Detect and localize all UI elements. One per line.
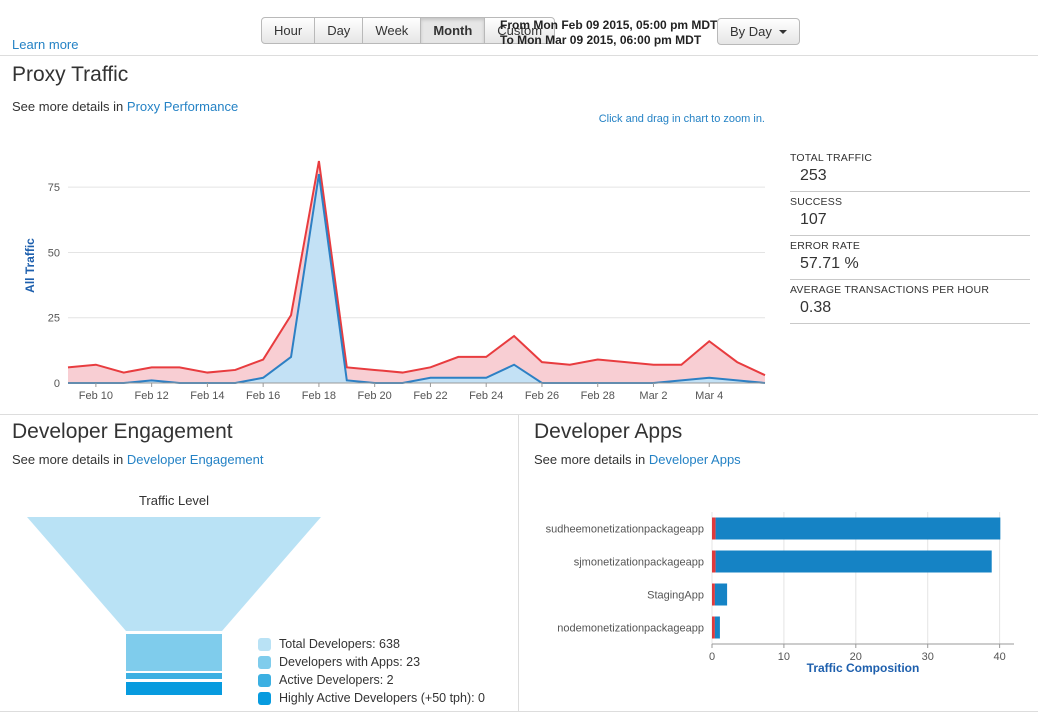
proxy-details-line: See more details in Proxy Performance — [12, 99, 238, 114]
stat-success: SUCCESS 107 — [790, 192, 1030, 236]
svg-text:Traffic Composition: Traffic Composition — [807, 661, 920, 675]
range-button-week[interactable]: Week — [362, 17, 421, 44]
learn-more-link[interactable]: Learn more — [12, 37, 78, 52]
legend-item-developers-with-apps: Developers with Apps: 23 — [258, 655, 485, 669]
svg-text:All Traffic: All Traffic — [23, 238, 37, 293]
legend-item-total-developers: Total Developers: 638 — [258, 637, 485, 651]
range-button-day[interactable]: Day — [314, 17, 363, 44]
developer-apps-title: Developer Apps — [534, 420, 682, 444]
interval-dropdown-label: By Day — [730, 24, 772, 39]
svg-text:nodemonetizationpackageapp: nodemonetizationpackageapp — [557, 623, 704, 635]
developer-engagement-title: Developer Engagement — [12, 420, 233, 444]
svg-text:30: 30 — [922, 651, 934, 663]
svg-text:Mar 2: Mar 2 — [639, 390, 667, 402]
developer-apps-chart: 010203040sudheemonetizationpackageappsjm… — [522, 506, 1028, 678]
developer-engagement-link[interactable]: Developer Engagement — [127, 452, 264, 467]
legend-item-active-developers: Active Developers: 2 — [258, 673, 485, 687]
proxy-performance-link[interactable]: Proxy Performance — [127, 99, 238, 114]
legend-swatch — [258, 674, 271, 687]
chart-zoom-hint: Click and drag in chart to zoom in. — [465, 113, 765, 125]
svg-text:50: 50 — [48, 247, 60, 259]
legend-label: Highly Active Developers (+50 tph): 0 — [279, 691, 485, 705]
proxy-details-prefix: See more details in — [12, 99, 123, 114]
legend-item-highly-active-developers: Highly Active Developers (+50 tph): 0 — [258, 691, 485, 705]
svg-text:Feb 28: Feb 28 — [581, 390, 615, 402]
engagement-details-prefix: See more details in — [12, 452, 123, 467]
chevron-down-icon — [779, 30, 787, 34]
toolbar-divider — [0, 55, 1038, 56]
funnel-title: Traffic Level — [24, 493, 324, 508]
svg-text:Feb 24: Feb 24 — [469, 390, 503, 402]
developer-apps-link[interactable]: Developer Apps — [649, 452, 741, 467]
svg-text:Mar 4: Mar 4 — [695, 390, 723, 402]
engagement-details-line: See more details in Developer Engagement — [12, 452, 264, 467]
svg-text:25: 25 — [48, 313, 60, 325]
svg-text:Feb 14: Feb 14 — [190, 390, 224, 402]
legend-label: Total Developers: 638 — [279, 637, 400, 651]
legend-label: Developers with Apps: 23 — [279, 655, 420, 669]
section-divider — [0, 414, 1038, 415]
svg-text:0: 0 — [54, 378, 60, 390]
column-divider — [518, 414, 519, 711]
bottom-divider — [0, 711, 1038, 712]
svg-text:0: 0 — [709, 651, 715, 663]
traffic-stats-panel: TOTAL TRAFFIC 253 SUCCESS 107 ERROR RATE… — [790, 148, 1030, 324]
stat-total-traffic: TOTAL TRAFFIC 253 — [790, 148, 1030, 192]
stat-error-rate: ERROR RATE 57.71 % — [790, 236, 1030, 280]
svg-text:Feb 10: Feb 10 — [79, 390, 113, 402]
stat-label: ERROR RATE — [790, 240, 1030, 252]
svg-text:sjmonetizationpackageapp: sjmonetizationpackageapp — [574, 557, 704, 569]
svg-text:Feb 26: Feb 26 — [525, 390, 559, 402]
proxy-traffic-chart[interactable]: 0 25 50 75 Feb 10 Feb 12 Feb 14 Feb 16 Feb 18 Feb… — [20, 140, 775, 406]
stat-value: 57.71 % — [790, 252, 1030, 273]
funnel-legend: Total Developers: 638 Developers with Ap… — [258, 637, 485, 709]
interval-dropdown-button[interactable]: By Day — [717, 18, 800, 45]
apps-details-line: See more details in Developer Apps — [534, 452, 741, 467]
legend-label: Active Developers: 2 — [279, 673, 394, 687]
svg-text:40: 40 — [993, 651, 1005, 663]
stat-value: 107 — [790, 208, 1030, 229]
proxy-traffic-title: Proxy Traffic — [12, 63, 128, 87]
svg-text:10: 10 — [778, 651, 790, 663]
svg-text:Feb 16: Feb 16 — [246, 390, 280, 402]
date-range: From Mon Feb 09 2015, 05:00 pm MDT To Mo… — [500, 18, 717, 48]
svg-text:sudheemonetizationpackageapp: sudheemonetizationpackageapp — [546, 524, 704, 536]
date-range-from: From Mon Feb 09 2015, 05:00 pm MDT — [500, 18, 717, 33]
stat-label: TOTAL TRAFFIC — [790, 152, 1030, 164]
date-range-to: To Mon Mar 09 2015, 06:00 pm MDT — [500, 33, 717, 48]
svg-text:StagingApp: StagingApp — [647, 590, 704, 602]
analytics-dashboard: Learn more Hour Day Week Month Custom Fr… — [0, 0, 1038, 717]
legend-swatch — [258, 692, 271, 705]
stat-value: 0.38 — [790, 296, 1030, 317]
legend-swatch — [258, 656, 271, 669]
svg-text:Feb 22: Feb 22 — [413, 390, 447, 402]
svg-text:Feb 18: Feb 18 — [302, 390, 336, 402]
svg-text:75: 75 — [48, 182, 60, 194]
range-button-month[interactable]: Month — [420, 17, 485, 44]
legend-swatch — [258, 638, 271, 651]
svg-text:Feb 12: Feb 12 — [135, 390, 169, 402]
range-button-hour[interactable]: Hour — [261, 17, 315, 44]
apps-details-prefix: See more details in — [534, 452, 645, 467]
stat-label: SUCCESS — [790, 196, 1030, 208]
stat-label: AVERAGE TRANSACTIONS PER HOUR — [790, 284, 1030, 296]
stat-value: 253 — [790, 164, 1030, 185]
svg-text:Feb 20: Feb 20 — [358, 390, 392, 402]
stat-avg-tph: AVERAGE TRANSACTIONS PER HOUR 0.38 — [790, 280, 1030, 324]
